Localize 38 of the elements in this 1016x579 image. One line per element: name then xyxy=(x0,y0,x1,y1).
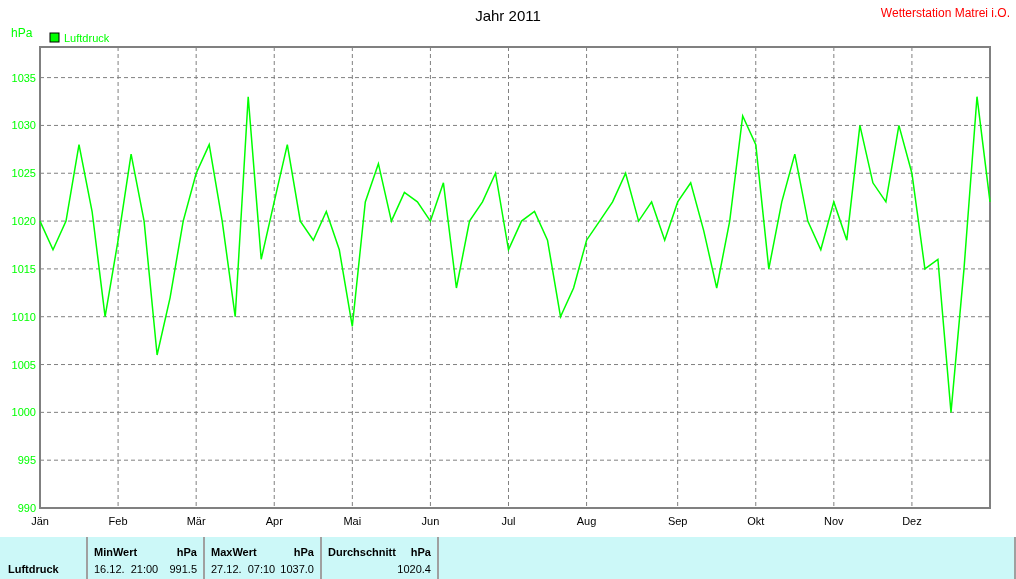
column-heading: MaxWert xyxy=(211,545,257,560)
stat-value: 991.5 xyxy=(169,561,197,577)
column-heading: MinWert xyxy=(94,545,138,560)
stat-value: 1037.0 xyxy=(280,561,314,577)
y-axis-unit: hPa xyxy=(11,26,33,40)
x-tick-label: Nov xyxy=(824,515,844,527)
x-tick-label: Jän xyxy=(31,515,49,527)
y-tick-label: 1035 xyxy=(11,71,36,84)
time-value: 16.12. 21:00 xyxy=(94,561,159,577)
x-tick-label: Mai xyxy=(343,515,362,527)
x-tick-label: Feb xyxy=(108,515,128,527)
unit-label: hPa xyxy=(176,545,197,560)
y-tick-label: 1030 xyxy=(11,119,36,132)
y-tick-label: 990 xyxy=(17,502,36,514)
row-label: Luftdruck xyxy=(8,561,59,577)
y-tick-label: 995 xyxy=(17,454,36,467)
y-tick-label: 1005 xyxy=(11,358,36,371)
y-tick-label: 1025 xyxy=(11,167,36,180)
unit-label: hPa xyxy=(410,545,431,560)
stat-value: 1020.4 xyxy=(397,561,431,577)
x-tick-label: Apr xyxy=(265,515,283,527)
unit-label: hPa xyxy=(293,545,314,560)
x-tick-label: Okt xyxy=(747,515,765,527)
x-tick-label: Jun xyxy=(421,515,440,527)
x-tick-label: Jul xyxy=(501,515,516,527)
column-heading: Durchschnitt xyxy=(328,545,396,560)
y-tick-label: 1015 xyxy=(11,262,36,275)
x-tick-label: Dez xyxy=(902,515,922,527)
y-tick-label: 1010 xyxy=(11,310,36,323)
y-tick-label: 1000 xyxy=(11,406,36,419)
y-tick-label: 1020 xyxy=(11,215,36,228)
x-tick-label: Sep xyxy=(667,515,688,527)
x-tick-label: Aug xyxy=(576,515,597,527)
x-tick-label: Mär xyxy=(186,515,206,527)
chart-title: Jahr 2011 xyxy=(475,7,541,24)
legend-label: Luftdruck xyxy=(64,32,110,44)
time-value: 27.12. 07:10 xyxy=(211,561,276,577)
station-name: Wetterstation Matrei i.O. xyxy=(880,6,1010,20)
